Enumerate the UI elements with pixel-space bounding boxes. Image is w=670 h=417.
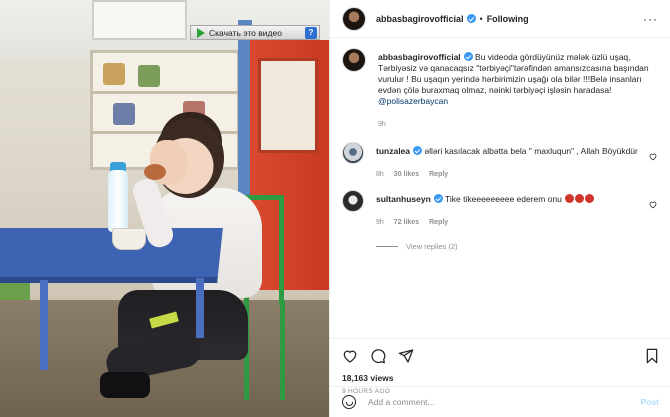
avatar[interactable] bbox=[342, 48, 366, 72]
view-count[interactable]: 18,163 views bbox=[342, 373, 659, 383]
angry-face-icon bbox=[585, 194, 595, 203]
more-options-icon[interactable]: ··· bbox=[643, 12, 658, 26]
download-label: Скачать это видео bbox=[209, 27, 282, 38]
reply-button[interactable]: Reply bbox=[429, 217, 448, 228]
table-leg bbox=[196, 278, 204, 338]
play-icon bbox=[197, 27, 205, 38]
mention-link[interactable]: @polisazerbaycan bbox=[378, 96, 658, 107]
post-sidebar: abbasbagirovofficial • Following ··· abb… bbox=[329, 0, 670, 417]
child-shoe bbox=[100, 372, 150, 398]
verified-icon bbox=[463, 52, 473, 61]
post-header: abbasbagirovofficial • Following ··· bbox=[330, 0, 670, 38]
verified-icon bbox=[433, 194, 443, 203]
caption: abbasbagirovofficial Bu videoda gördüyün… bbox=[342, 48, 658, 130]
cup bbox=[112, 228, 146, 250]
verified-icon bbox=[413, 146, 423, 155]
video-player[interactable]: Скачать это видео ? bbox=[0, 0, 329, 417]
comment-likes[interactable]: 72 likes bbox=[394, 217, 419, 228]
comment-input[interactable]: Add a comment... bbox=[368, 397, 641, 407]
download-video-button[interactable]: Скачать это видео ? bbox=[190, 25, 320, 40]
like-comment-icon[interactable] bbox=[648, 152, 658, 161]
comment-likes[interactable]: 30 likes bbox=[394, 169, 419, 180]
view-replies-button[interactable]: View replies (2) bbox=[376, 242, 658, 251]
separator-dot: • bbox=[479, 13, 483, 24]
caption-time: 9h bbox=[378, 121, 386, 128]
table-leg bbox=[40, 280, 48, 370]
bookmark-icon[interactable] bbox=[645, 348, 659, 364]
comments-list: abbasbagirovofficial Bu videoda gördüyün… bbox=[330, 38, 670, 251]
scene-window bbox=[92, 0, 187, 40]
following-button[interactable]: Following bbox=[487, 14, 529, 24]
comment-username[interactable]: tunzalea bbox=[376, 146, 410, 156]
view-replies-label: View replies (2) bbox=[406, 242, 458, 251]
header-username[interactable]: abbasbagirovofficial bbox=[376, 14, 464, 24]
avatar[interactable] bbox=[342, 6, 366, 31]
like-icon[interactable] bbox=[342, 348, 358, 364]
comment-row: sultanhuseyn Tike tikeeeeeeeee ederem on… bbox=[342, 190, 658, 228]
like-comment-icon[interactable] bbox=[648, 200, 658, 209]
comment-row: tunzalea əlləri kasılacak albətta bela "… bbox=[342, 142, 658, 180]
comment-icon[interactable] bbox=[370, 348, 386, 364]
verified-icon bbox=[466, 14, 476, 23]
angry-face-icon bbox=[575, 194, 585, 203]
comment-text: əlləri kasılacak albətta bela " maxluqun… bbox=[424, 146, 638, 156]
share-icon[interactable] bbox=[398, 348, 414, 364]
chair-leg bbox=[280, 300, 285, 400]
caption-username[interactable]: abbasbagirovofficial bbox=[378, 52, 461, 62]
replies-line bbox=[376, 246, 398, 247]
angry-face-icon bbox=[565, 194, 575, 203]
post-viewer: Скачать это видео ? abbasbagirovofficial… bbox=[0, 0, 670, 417]
emoji-icon[interactable] bbox=[342, 395, 356, 409]
comment-username[interactable]: sultanhuseyn bbox=[376, 194, 431, 204]
avatar[interactable] bbox=[342, 142, 364, 164]
avatar[interactable] bbox=[342, 190, 364, 212]
post-comment-button[interactable]: Post bbox=[641, 397, 659, 407]
reply-button[interactable]: Reply bbox=[429, 169, 448, 180]
comment-time: 8h bbox=[376, 171, 384, 178]
help-icon[interactable]: ? bbox=[305, 26, 317, 39]
add-comment-bar: Add a comment... Post bbox=[330, 386, 670, 417]
comment-text: Tike tikeeeeeeeee ederem onu bbox=[445, 194, 562, 204]
child-food bbox=[144, 164, 166, 180]
comment-time: 9h bbox=[376, 219, 384, 226]
water-bottle bbox=[108, 170, 128, 232]
